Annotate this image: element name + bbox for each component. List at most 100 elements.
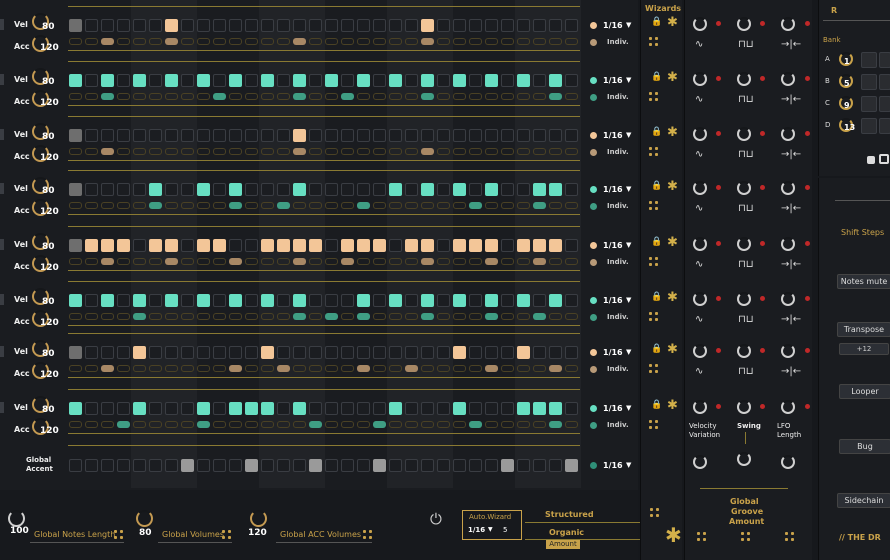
global-accent-pad[interactable] [277,459,290,472]
accent-pad[interactable] [453,38,466,45]
step-pad[interactable] [357,346,370,359]
step-pad[interactable] [533,239,546,252]
accent-pad[interactable] [181,421,194,428]
step-pad[interactable] [389,183,402,196]
accent-pad[interactable] [485,365,498,372]
square-wave-icon[interactable]: ⊓⊔ [738,314,754,325]
randomize-star-icon[interactable]: ✱ [667,398,678,413]
step-pad[interactable] [309,74,322,87]
sine-wave-icon[interactable]: ∿ [695,314,703,325]
accent-pad[interactable] [325,421,338,428]
accent-pad[interactable] [117,38,130,45]
step-pad[interactable] [565,239,578,252]
notes-length-knob[interactable] [8,510,25,527]
accent-pad[interactable] [133,93,146,100]
range-icon[interactable]: →|← [781,39,801,50]
step-pad[interactable] [405,402,418,415]
step-pad[interactable] [293,183,306,196]
step-pad[interactable] [277,346,290,359]
step-pad[interactable] [533,346,546,359]
accent-pad[interactable] [421,93,434,100]
step-pad[interactable] [133,74,146,87]
rate-value[interactable]: 1/16 [603,348,623,357]
accent-pad[interactable] [309,202,322,209]
accent-pad[interactable] [309,258,322,265]
step-pad[interactable] [293,294,306,307]
accent-pad[interactable] [213,148,226,155]
mode-value[interactable]: Indiv. [607,202,629,210]
step-pad[interactable] [485,402,498,415]
transpose-button[interactable]: Transpose [837,322,890,337]
bank-pad[interactable] [861,96,877,112]
accent-pad[interactable] [357,365,370,372]
accent-pad[interactable] [421,365,434,372]
step-pad[interactable] [405,74,418,87]
step-pad[interactable] [389,129,402,142]
global-accent-pad[interactable] [181,459,194,472]
step-pad[interactable] [437,19,450,32]
step-pad[interactable] [197,19,210,32]
accent-pad[interactable] [501,202,514,209]
accent-pad[interactable] [181,313,194,320]
step-pad[interactable] [85,346,98,359]
accent-pad[interactable] [501,38,514,45]
accent-pad[interactable] [117,258,130,265]
global-accent-pad[interactable] [149,459,162,472]
accent-pad[interactable] [373,258,386,265]
global-accent-pad[interactable] [133,459,146,472]
velocity-variation-knob[interactable] [693,17,707,31]
accent-pad[interactable] [405,93,418,100]
step-pad[interactable] [245,294,258,307]
lock-icon[interactable]: 🔒 [651,344,662,354]
step-pad[interactable] [405,129,418,142]
accent-pad[interactable] [197,38,210,45]
step-pad[interactable] [549,19,562,32]
accent-pad[interactable] [341,93,354,100]
step-pad[interactable] [533,294,546,307]
accent-pad[interactable] [501,258,514,265]
accent-pad[interactable] [277,202,290,209]
step-pad[interactable] [181,129,194,142]
accent-pad[interactable] [133,421,146,428]
step-pad[interactable] [485,129,498,142]
step-pad[interactable] [229,346,242,359]
step-pad[interactable] [517,74,530,87]
step-pad[interactable] [469,19,482,32]
step-pad[interactable] [517,402,530,415]
step-pad[interactable] [389,294,402,307]
accent-pad[interactable] [197,421,210,428]
accent-pad[interactable] [261,365,274,372]
groove-amount-knob-3[interactable] [781,455,795,469]
step-pad[interactable] [421,183,434,196]
accent-pad[interactable] [389,421,402,428]
accent-pad[interactable] [165,421,178,428]
step-pad[interactable] [565,19,578,32]
step-pad[interactable] [517,129,530,142]
randomize-star-icon[interactable]: ✱ [667,235,678,250]
auto-wizard-dropdown-icon[interactable]: ▼ [488,526,493,533]
step-pad[interactable] [341,294,354,307]
pattern-grid-icon[interactable] [741,532,751,542]
step-pad[interactable] [117,183,130,196]
accent-pad[interactable] [533,148,546,155]
step-pad[interactable] [181,239,194,252]
accent-pad[interactable] [325,313,338,320]
accent-pad[interactable] [165,313,178,320]
step-pad[interactable] [389,402,402,415]
accent-pad[interactable] [85,421,98,428]
accent-pad[interactable] [245,313,258,320]
accent-pad[interactable] [405,258,418,265]
swing-knob[interactable] [737,127,751,141]
step-pad[interactable] [517,346,530,359]
accent-pad[interactable] [181,258,194,265]
global-accent-pad[interactable] [165,459,178,472]
step-pad[interactable] [565,183,578,196]
range-icon[interactable]: →|← [781,259,801,270]
global-accent-pad[interactable] [389,459,402,472]
accent-pad[interactable] [533,313,546,320]
mode-value[interactable]: Indiv. [607,38,629,46]
accent-pad[interactable] [517,93,530,100]
velocity-variation-knob[interactable] [693,181,707,195]
step-pad[interactable] [325,19,338,32]
bank-pad[interactable] [861,118,877,134]
